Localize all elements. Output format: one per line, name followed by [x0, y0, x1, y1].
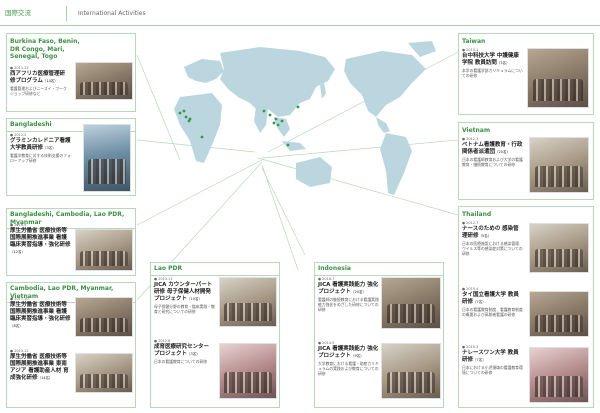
marker-myanmar	[268, 113, 272, 117]
marker-laos	[274, 117, 278, 121]
entry-title: 成育医療研究センター プロジェクト（3名）	[154, 344, 210, 357]
entry-title: 台中科技大学 中護健康学院 教員訪問（3名）	[462, 53, 519, 66]
group-photo	[381, 343, 441, 399]
panel-cambodia-lao-myanmar-vietnam: Cambodia, Lao PDR, Myanmar, Vietnam ● 20…	[6, 282, 136, 408]
group-photo	[75, 62, 133, 100]
page-header: 国際交流 International Activities	[0, 0, 600, 26]
entry-desc: 母子保健分野の教育・臨床実践・教育と研究についての研修	[154, 304, 215, 314]
region-label: Vietnam	[462, 127, 491, 134]
group-photo	[527, 48, 589, 108]
marker-mali	[182, 109, 186, 113]
panel-indonesia: Indonesia ● 2016.7 JICA 看護実践能力 強化プロジェクト（…	[314, 262, 444, 408]
section-title-jp: 国際交流	[5, 9, 31, 17]
entry-title: 厚生労働省 医療技術等 国際展開推進事業 看護臨床実習指導・強化研修（8名）	[10, 302, 71, 328]
building-photo	[83, 124, 131, 192]
panel-west-africa: Burkina Faso, Benin, DR Congo, Mari, Sen…	[6, 33, 136, 112]
group-photo	[75, 353, 133, 393]
entry-title: 厚生労働省 医療技術等 国際展開推進事業 東南アジア 看護助産人材 育成強化研修…	[10, 354, 69, 381]
panel-taiwan: Taiwan ● 2015.1 台中科技大学 中護健康学院 教員訪問（3名） 本…	[458, 33, 594, 115]
entry-title: 厚生労働省 医療技術等 国際展開推進事業 看護臨床実習指導・強化研修（12名）	[10, 228, 71, 254]
entry-desc: 本学の看護学部カリキュラムについての研修	[462, 68, 523, 78]
marker-senegal	[178, 111, 182, 115]
marker-thailand	[272, 121, 276, 125]
entry-desc: 看護学教育に対する技術支援のフォローアップ研修	[10, 153, 71, 163]
header-divider	[66, 6, 67, 21]
entry-title: JICA 看護実践能力 強化プロジェクト（20名）	[318, 282, 379, 295]
entry-desc: 看護師の継続教育における看護実践能力強化をめざした研修についての研修	[318, 297, 379, 312]
panel-lao-pdr: Lao PDR ● 2015.11 JICA カウンターパート研修 母子保健人材…	[150, 262, 280, 408]
entry-title: ナレースワン大学 教員研修（7名）	[462, 350, 519, 363]
entry-title: JICA カウンターパート研修 母子保健人材開発プロジェクト（10名）	[154, 282, 213, 302]
group-photo	[75, 297, 133, 337]
marker-cambodia	[276, 123, 280, 127]
group-photo	[529, 137, 589, 193]
marker-bangladesh	[262, 109, 266, 113]
region-label: Indonesia	[315, 263, 443, 276]
entry-title: タイ国立看護大学 教員研修（7名）	[462, 292, 519, 305]
group-photo	[529, 291, 589, 337]
header-rule	[0, 25, 600, 26]
region-label: Thailand	[462, 211, 492, 218]
group-photo	[219, 277, 277, 327]
entry-title: ナースのための 感染管理研修（5名）	[462, 226, 519, 239]
marker-vietnam	[280, 119, 284, 123]
entry-desc: 看護管理およびニーズイ・ワークショップ研修など	[10, 86, 67, 96]
entry-title: グラミンカレドニア看護大学教員研修（3名）	[10, 138, 71, 151]
entry-desc: 日本における小児領域の看護教育環境についての研修	[462, 365, 523, 375]
entry-desc: 日本の医療施設における感染管理、ウイルス等の感染症対策についての研修	[462, 241, 523, 256]
panel-bangladesh-cambodia-lao-myanmar: Bangladeshi, Cambodia, Lao PDR, Myanmar …	[6, 208, 136, 276]
entry-title: JICA 看護実践能力 強化プロジェクト（9名）	[318, 346, 379, 359]
entry-desc: 日本の看護教育制度、看護教育制度の概要および高齢者看護の研修	[462, 307, 523, 317]
section-title-en: International Activities	[78, 10, 146, 17]
panel-thailand: Thailand ● 2012.7 ナースのための 感染管理研修（5名） 日本の…	[458, 206, 594, 408]
marker-taiwan	[296, 105, 300, 109]
group-photo	[75, 229, 133, 271]
group-photo	[529, 223, 589, 273]
region-label: Taiwan	[462, 38, 486, 45]
entry-desc: 大学教育における看護・助産カリキュラムの実践および教育についての研修	[318, 361, 379, 376]
panel-vietnam: Vietnam ● 2012.3 ベトナム看護教育・行政関係者派遣団（20名） …	[458, 122, 594, 200]
entry-desc: 日本の看護師教育および大学の看護教育・継続教育についての研修	[462, 157, 523, 167]
entry-title: ベトナム看護教育・行政関係者派遣団（20名）	[462, 142, 523, 155]
marker-dr-congo	[200, 135, 204, 139]
region-label: Burkina Faso, Benin, DR Congo, Mari, Sen…	[10, 38, 80, 60]
world-map	[150, 33, 446, 233]
training-photo	[219, 343, 277, 399]
marker-burkina-faso	[184, 115, 188, 119]
region-label: Lao PDR	[151, 263, 279, 276]
entry-title: 西アフリカ医療管理研修プログラム（14名）	[10, 71, 66, 84]
group-photo	[381, 277, 441, 329]
marker-togo	[187, 119, 191, 123]
panel-bangladesh: Bangladeshi ● 2012.2 グラミンカレドニア看護大学教員研修（3…	[6, 118, 136, 196]
marker-indonesia	[286, 143, 290, 147]
training-photo	[529, 347, 589, 403]
entry-desc: 日本の看護教育についての研修	[154, 359, 208, 364]
